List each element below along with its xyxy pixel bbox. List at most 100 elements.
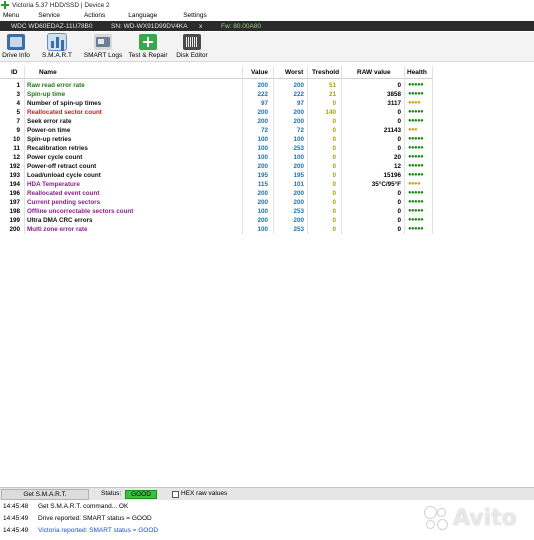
table-row[interactable]: 9 Power-on time 72 72 0 21143 ●●● [0,126,432,135]
smart-worst: 253 [293,145,304,152]
table-row[interactable]: 7 Seek error rate 200 200 0 0 ●●●●● [0,117,432,126]
col-header-id[interactable]: ID [11,69,18,76]
smart-value: 200 [257,217,268,224]
smart-id: 199 [9,217,20,224]
col-header-raw[interactable]: RAW value [357,69,391,76]
table-row[interactable]: 11 Recalibration retries 100 253 0 0 ●●●●● [0,144,432,153]
smart-value: 195 [257,172,268,179]
smart-health: ●●●● [408,100,421,106]
smart-id: 3 [16,91,20,98]
menu-item-menu[interactable]: Menu [3,12,19,19]
smart-id: 193 [9,172,20,179]
table-row[interactable]: 194 HDA Temperature 115 101 0 35°C/95°F ●●●● [0,180,432,189]
test-repair-button[interactable]: Test & Repair [128,34,168,61]
smart-threshold: 0 [332,136,336,143]
smart-value: 100 [257,208,268,215]
smart-button[interactable]: S.M.A.R.T [40,33,74,61]
col-header-health[interactable]: Health [407,69,427,76]
smart-health: ●●●●● [408,217,424,223]
smart-health: ●●●●● [408,82,424,88]
table-row[interactable]: 4 Number of spin-up times 97 97 0 3117 ●●●● [0,99,432,108]
smart-name: Power-on time [27,127,71,134]
smart-name: Reallocated event count [27,190,100,197]
table-row[interactable]: 199 Ultra DMA CRC errors 200 200 0 0 ●●●●● [0,216,432,225]
col-header-threshold[interactable]: Treshold [312,69,339,76]
smart-name: Power-off retract count [27,163,97,170]
smart-id: 194 [9,181,20,188]
table-row[interactable]: 1 Raw read error rate 200 200 51 0 ●●●●● [0,81,432,90]
smart-worst: 200 [293,109,304,116]
drive-firmware: Fw: 80.00A80 [221,22,262,30]
drive-info-button[interactable]: Drive Info [1,34,31,61]
smart-id: 10 [12,136,20,143]
smart-worst: 97 [296,100,304,107]
smart-value: 200 [257,109,268,116]
hex-raw-label[interactable]: HEX raw values [181,490,227,497]
smart-value: 100 [257,145,268,152]
hex-raw-checkbox[interactable] [172,491,179,498]
log-message: Victoria reported: SMART status = GOOD [38,527,159,534]
smart-health: ●●● [408,127,418,133]
smart-id: 1 [16,82,20,89]
smart-id: 12 [12,154,20,161]
log-time: 14:45:49 [3,527,29,534]
smart-id: 7 [16,118,20,125]
disk-editor-button[interactable]: Disk Editor [175,34,209,61]
smart-value: 100 [257,136,268,143]
table-row[interactable]: 192 Power-off retract count 200 200 0 12 ●●●●● [0,162,432,171]
bar-chart-icon [47,33,67,51]
smart-label: S.M.A.R.T [42,52,72,59]
smart-name: Current pending sectors [27,199,101,206]
test-repair-label: Test & Repair [128,52,168,59]
smart-id: 9 [16,127,20,134]
smart-threshold: 0 [332,154,336,161]
smart-health: ●●●●● [408,91,424,97]
log-line: 14:45:49 Drive reported: SMART status = … [3,515,152,525]
table-row[interactable]: 197 Current pending sectors 200 200 0 0 ●●●●● [0,198,432,207]
drive-info-label: Drive Info [2,52,30,59]
victoria-app-icon [1,1,9,9]
status-label: Status: [101,490,122,497]
smart-worst: 200 [293,217,304,224]
col-header-value[interactable]: Value [251,69,268,76]
close-drive-icon[interactable]: x [199,23,209,30]
smart-name: Multi zone error rate [27,226,88,233]
drive-model[interactable]: WDC WD60EDAZ-11U78B0 [11,23,107,30]
smart-raw-value: 0 [397,199,401,206]
table-row[interactable]: 200 Multi zone error rate 100 253 0 0 ●●●●● [0,225,432,234]
smart-name: Recalibration retries [27,145,88,152]
table-row[interactable]: 10 Spin-up retries 100 100 0 0 ●●●●● [0,135,432,144]
window-title: Victoria 5.37 HDD/SSD | Device 2 [12,1,110,9]
smart-value: 200 [257,199,268,206]
repair-cross-icon [139,34,157,50]
menu-item-service[interactable]: Service [38,12,60,19]
smart-threshold: 0 [332,217,336,224]
title-bar: Victoria 5.37 HDD/SSD | Device 2 [0,0,534,10]
table-row[interactable]: 196 Reallocated event count 200 200 0 0 ●●●●● [0,189,432,198]
table-row[interactable]: 198 Offline uncorrectable sectors count 10… [0,207,432,216]
smart-name: Load/unload cycle count [27,172,101,179]
table-row[interactable]: 193 Load/unload cycle count 195 195 0 15196 ●●… [0,171,432,180]
table-row[interactable]: 5 Reallocated sector count 200 200 140 0 ●●●●● [0,108,432,117]
menu-item-language[interactable]: Language [128,12,157,19]
smart-logs-button[interactable]: SMART Logs [83,34,123,61]
smart-id: 4 [16,100,20,107]
smart-raw-value: 0 [397,217,401,224]
table-row[interactable]: 12 Power cycle count 100 100 0 20 ●●●●● [0,153,432,162]
smart-id: 5 [16,109,20,116]
get-smart-button[interactable]: Get S.M.A.R.T. [1,489,89,500]
smart-raw-value: 3117 [387,100,401,107]
menu-item-settings[interactable]: Settings [183,12,207,19]
col-header-name[interactable]: Name [39,69,57,76]
smart-threshold: 0 [332,145,336,152]
log-line: 14:45:48 Get S.M.A.R.T. command... OK [3,503,128,513]
smart-raw-value: 0 [397,226,401,233]
smart-worst: 195 [293,172,304,179]
column-divider [432,66,433,234]
table-row[interactable]: 3 Spin-up time 222 222 21 3858 ●●●●● [0,90,432,99]
drive-bar: WDC WD60EDAZ-11U78B0 SN: WD-WX91D99DV4KA… [0,21,534,31]
col-header-worst[interactable]: Worst [285,69,303,76]
smart-name: Number of spin-up times [27,100,102,107]
menu-item-actions[interactable]: Actions [84,12,105,19]
smart-worst: 200 [293,199,304,206]
